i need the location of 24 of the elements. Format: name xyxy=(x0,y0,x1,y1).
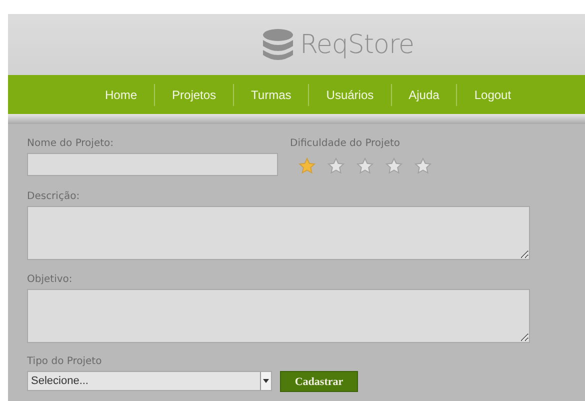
submit-button[interactable]: Cadastrar xyxy=(280,371,358,392)
database-icon xyxy=(262,28,294,62)
nav-link[interactable]: Usuários xyxy=(309,80,391,108)
field-label: Tipo do Projeto xyxy=(27,355,103,369)
star-icon[interactable] xyxy=(385,157,403,175)
nav-link[interactable]: Ajuda xyxy=(392,80,456,108)
logo-text: ReqStore xyxy=(300,30,414,60)
star-icon[interactable] xyxy=(298,157,316,175)
star-icon[interactable] xyxy=(356,157,374,175)
nav-link[interactable]: Logout xyxy=(457,80,528,108)
nav-link[interactable]: Projetos xyxy=(155,80,234,108)
star-icon[interactable] xyxy=(327,157,345,175)
text-area[interactable] xyxy=(27,289,530,343)
field-label: Dificuldade do Projeto xyxy=(290,137,402,151)
input-field[interactable] xyxy=(27,153,278,176)
text-area[interactable] xyxy=(27,206,530,260)
field-label: Descrição: xyxy=(27,190,81,204)
caret-icon xyxy=(263,379,269,383)
nav-link[interactable]: Turmas xyxy=(234,80,308,108)
type-select[interactable]: Selecione... xyxy=(27,371,272,391)
star-icon[interactable] xyxy=(414,157,432,175)
field-label: Objetivo: xyxy=(27,273,74,287)
field-label: Nome do Projeto: xyxy=(27,137,115,151)
nav-link[interactable]: Home xyxy=(88,80,154,108)
